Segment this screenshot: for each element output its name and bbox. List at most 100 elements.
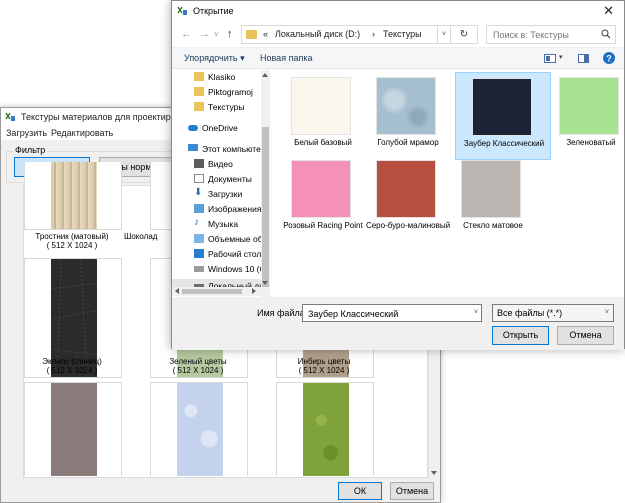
file-name: Стекло матовое bbox=[463, 221, 523, 230]
breadcrumb-folder[interactable]: Текстуры bbox=[383, 29, 422, 39]
file-item-selected[interactable]: Заубер Классический bbox=[455, 72, 551, 160]
file-name: Заубер Классический bbox=[463, 139, 545, 148]
hscroll-thumb[interactable] bbox=[182, 289, 242, 294]
breadcrumb-drive[interactable]: Локальный диск (D:) bbox=[275, 29, 360, 39]
command-toolbar: Упорядочить ▾ Новая папка ▾ ? bbox=[172, 47, 624, 69]
recent-dropdown-icon[interactable]: ˅ bbox=[214, 30, 219, 39]
file-item[interactable]: Голубой мрамор bbox=[360, 72, 456, 160]
nav-item-onedrive[interactable]: OneDrive bbox=[172, 121, 264, 135]
ok-button[interactable]: ОК bbox=[338, 482, 382, 500]
filename-input[interactable] bbox=[306, 307, 466, 321]
nav-item-video[interactable]: Видео bbox=[172, 157, 264, 171]
nav-item-this-pc[interactable]: Этот компьютер bbox=[172, 142, 266, 156]
view-dropdown-icon[interactable]: ▾ bbox=[559, 53, 563, 61]
download-icon: ⬇ bbox=[194, 187, 203, 198]
back-arrow-icon[interactable]: ← bbox=[181, 28, 192, 40]
nav-item-label: Документы bbox=[208, 174, 252, 184]
texture-tile[interactable] bbox=[276, 382, 374, 476]
nav-item-label: OneDrive bbox=[202, 123, 238, 133]
filetype-select[interactable]: Все файлы (*.*) ˅ bbox=[492, 304, 614, 322]
nav-item-label: Текстуры bbox=[208, 102, 245, 112]
address-dropdown-icon[interactable]: ˅ bbox=[437, 25, 451, 44]
nav-item-images[interactable]: Изображения bbox=[172, 202, 264, 216]
texture-swatch bbox=[177, 383, 223, 476]
nav-hscrollbar[interactable] bbox=[172, 287, 270, 296]
close-icon[interactable]: ✕ bbox=[603, 3, 614, 19]
app-icon bbox=[177, 6, 187, 15]
texture-swatch bbox=[51, 162, 97, 229]
dialog-title: Открытие bbox=[193, 6, 234, 16]
scroll-up-icon[interactable] bbox=[262, 73, 268, 77]
nav-item-label: Объемные объ bbox=[208, 234, 268, 244]
file-item[interactable]: Розовый Racing Point bbox=[275, 155, 371, 243]
nav-item-desktop[interactable]: Рабочий стол bbox=[172, 247, 264, 261]
texture-tile[interactable] bbox=[24, 382, 122, 476]
nav-item-drive-c[interactable]: Windows 10 (C:) bbox=[172, 262, 270, 276]
drive-icon bbox=[194, 266, 204, 272]
texture-tile[interactable] bbox=[24, 162, 122, 230]
nav-item-label: Изображения bbox=[208, 204, 262, 214]
scroll-left-icon[interactable] bbox=[175, 288, 179, 294]
svg-text:?: ? bbox=[606, 54, 612, 64]
file-thumbnail bbox=[461, 160, 521, 218]
nav-item-label: Музыка bbox=[208, 219, 239, 229]
scroll-thumb[interactable] bbox=[262, 127, 269, 287]
forward-arrow-icon[interactable]: → bbox=[199, 28, 210, 40]
menu-load[interactable]: Загрузить bbox=[6, 128, 47, 138]
scroll-right-icon[interactable] bbox=[252, 288, 256, 294]
nav-item-label: Рабочий стол bbox=[208, 249, 262, 259]
organize-button[interactable]: Упорядочить ▾ bbox=[184, 53, 245, 64]
refresh-icon[interactable]: ↻ bbox=[457, 25, 471, 44]
texture-tile[interactable] bbox=[150, 382, 248, 476]
computer-icon bbox=[188, 144, 198, 151]
filename-label: Имя файла: bbox=[257, 308, 308, 318]
open-button[interactable]: Открыть bbox=[492, 326, 549, 345]
menu-edit[interactable]: Редактировать bbox=[51, 128, 113, 138]
up-arrow-icon[interactable]: ↑ bbox=[227, 28, 233, 40]
nav-item-music[interactable]: ♪ Музыка bbox=[172, 217, 264, 231]
desktop-icon bbox=[194, 249, 204, 258]
texture-size: ( 512 X 1024 ) bbox=[46, 366, 98, 375]
nav-item-label: Klasiko bbox=[208, 72, 236, 82]
texture-size: ( 512 X 1024 ) bbox=[172, 366, 224, 375]
nav-scrollbar[interactable] bbox=[261, 70, 270, 297]
video-icon bbox=[194, 159, 204, 168]
search-box[interactable] bbox=[486, 25, 616, 44]
texture-size: ( 512 X 1024 ) bbox=[46, 241, 98, 250]
help-icon[interactable]: ? bbox=[603, 52, 615, 64]
navigation-pane: Klasiko Piktogramoj Текстуры OneDrive Эт… bbox=[172, 70, 270, 297]
file-item[interactable]: Серо-буро-малиновый bbox=[360, 155, 456, 243]
file-name: Розовый Racing Point bbox=[283, 221, 363, 230]
search-input[interactable] bbox=[491, 27, 603, 42]
nav-item-piktogramoj[interactable]: Piktogramoj bbox=[172, 85, 264, 99]
cancel-button[interactable]: Отмена bbox=[390, 482, 434, 500]
document-icon bbox=[194, 174, 204, 183]
app-icon bbox=[5, 111, 16, 122]
filename-combo[interactable]: ˅ bbox=[302, 304, 482, 322]
open-dialog: Открытие ✕ ← → ˅ ↑ « Локальный диск (D:)… bbox=[171, 0, 625, 350]
nav-item-downloads[interactable]: ⬇ Загрузки bbox=[172, 187, 264, 201]
scroll-down-icon[interactable] bbox=[262, 281, 268, 285]
nav-item-documents[interactable]: Документы bbox=[172, 172, 264, 186]
texture-swatch bbox=[51, 383, 97, 476]
nav-item-label: Загрузки bbox=[208, 189, 243, 199]
file-item[interactable]: Белый базовый bbox=[275, 72, 371, 160]
texture-name: Шоколад bbox=[124, 232, 158, 241]
search-icon[interactable] bbox=[601, 29, 611, 39]
new-folder-button[interactable]: Новая папка bbox=[260, 53, 312, 63]
folder-icon bbox=[194, 72, 204, 81]
nav-item-klasiko[interactable]: Klasiko bbox=[172, 70, 264, 84]
dialog-cancel-button[interactable]: Отмена bbox=[557, 326, 614, 345]
breadcrumb-prefix[interactable]: « bbox=[263, 29, 268, 39]
file-thumbnail bbox=[376, 160, 436, 218]
nav-item-3d-objects[interactable]: Объемные объ bbox=[172, 232, 268, 246]
nav-item-textures[interactable]: Текстуры bbox=[172, 100, 264, 114]
folder-icon bbox=[194, 102, 204, 111]
scroll-down-icon[interactable] bbox=[431, 471, 437, 475]
chevron-down-icon[interactable]: ˅ bbox=[474, 309, 478, 316]
file-item[interactable]: Зеленоватый bbox=[543, 72, 625, 160]
file-item[interactable]: Стекло матовое bbox=[445, 155, 541, 243]
view-options-icon[interactable] bbox=[544, 54, 556, 63]
chevron-down-icon[interactable]: ˅ bbox=[605, 309, 609, 316]
preview-pane-icon[interactable] bbox=[578, 54, 589, 63]
